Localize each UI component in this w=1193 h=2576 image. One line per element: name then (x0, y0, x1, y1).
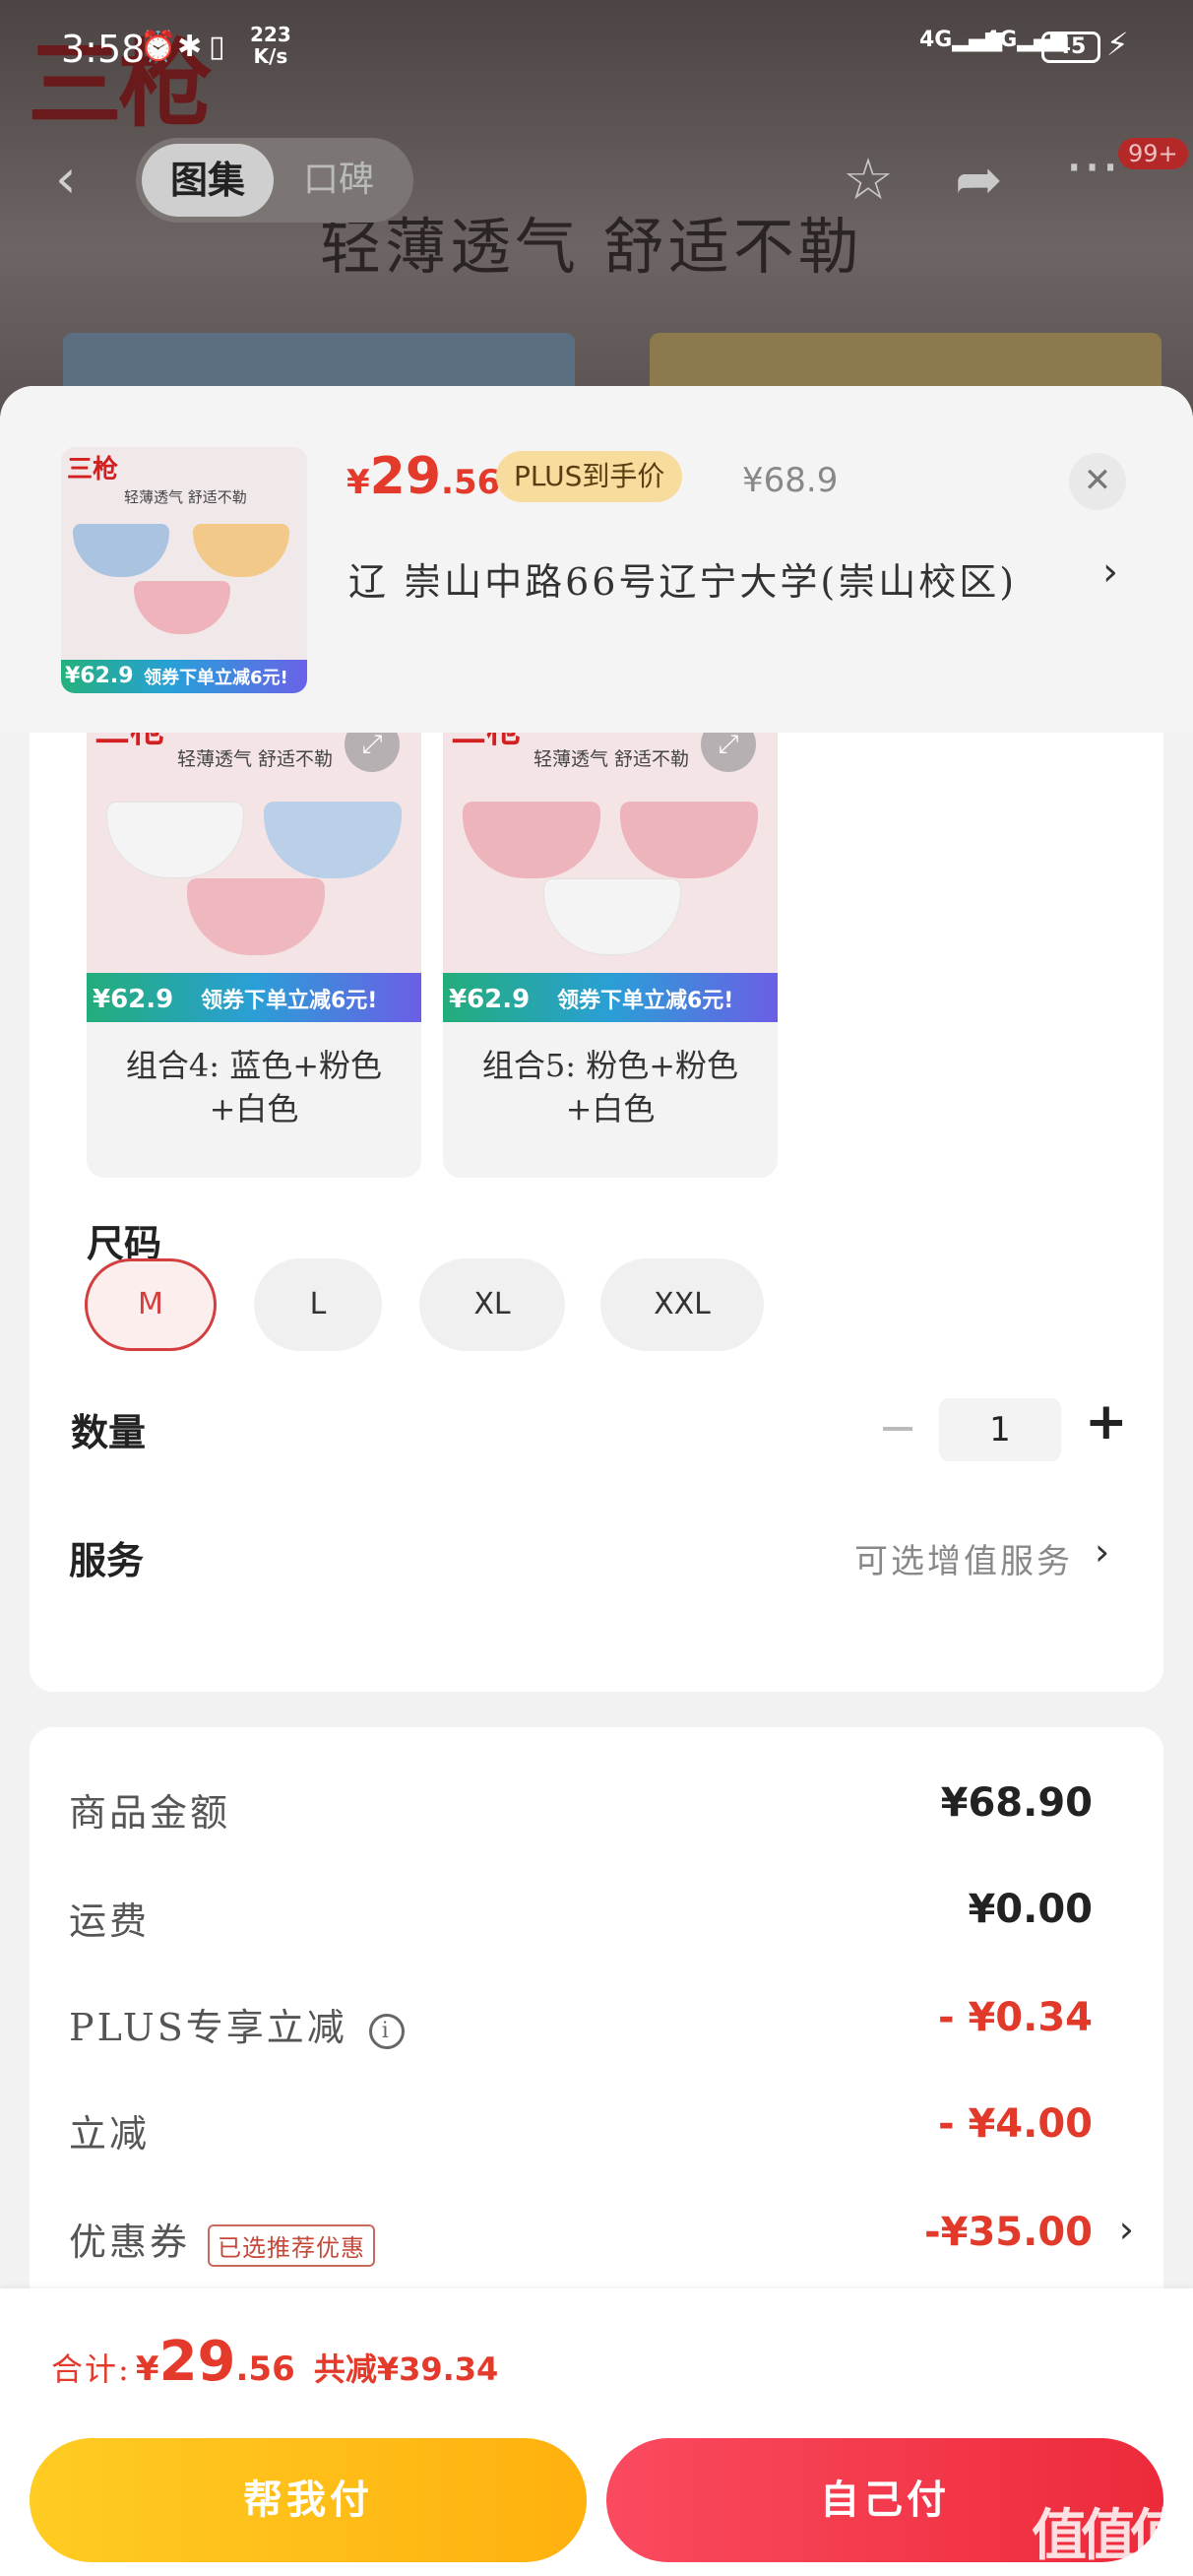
sheet-header: 三枪 轻薄透气 舒适不勒 领券下单立减6元! ¥62.9 ¥29.56 PLUS… (0, 386, 1193, 733)
chevron-right-icon[interactable]: › (1095, 1530, 1109, 1574)
original-price: ¥68.9 (742, 461, 839, 500)
bluetooth-icon: ✱ (177, 30, 203, 64)
more-icon[interactable]: ··· (1065, 134, 1119, 201)
quantity-title: 数量 (71, 1410, 147, 1454)
product-pink (463, 802, 600, 878)
favorite-star-icon[interactable]: ☆ (843, 146, 894, 213)
thumb-logo: 三枪 (67, 455, 119, 484)
shipping-value: ¥0.00 (968, 1887, 1093, 1932)
thumb-price: ¥62.9 (65, 664, 134, 688)
combo-image: 三枪 轻薄透气 舒适不勒 ⤢ 领券下单立减6元! ¥62.9 (443, 711, 778, 1022)
plus-price-tag: PLUS到手价 (496, 451, 683, 502)
size-option-l[interactable]: L (254, 1258, 382, 1351)
purchase-sheet: 三枪 轻薄透气 舒适不勒 领券下单立减6元! ¥62.9 ¥29.56 PLUS… (0, 386, 1193, 2576)
shipping-label: 运费 (69, 1900, 151, 1943)
subtotal-label: 商品金额 (69, 1791, 231, 1835)
product-white (543, 878, 681, 955)
coupon-applied-tag: 已选推荐优惠 (208, 2224, 376, 2267)
combo-label: 组合4: 蓝色+粉色+白色 (125, 1047, 383, 1127)
chevron-right-icon[interactable]: › (1102, 549, 1118, 595)
checkout-bar: 合计: ¥29.56 共减¥39.34 帮我付 自己付 (0, 2288, 1193, 2576)
product-blue (264, 802, 402, 878)
current-price: ¥29.56 (346, 447, 501, 506)
help-me-pay-button[interactable]: 帮我付 (30, 2438, 587, 2562)
combo-image: 三枪 轻薄透气 舒适不勒 ⤢ 领券下单立减6元! ¥62.9 (87, 711, 421, 1022)
combo-tagline: 轻薄透气 舒适不勒 (177, 748, 334, 770)
product-pink-2 (620, 802, 758, 878)
battery-icon: 45 (1041, 32, 1100, 63)
instant-discount-label: 立减 (69, 2112, 151, 2156)
product-pink (187, 878, 325, 955)
alarm-icon: ⏰ (140, 30, 177, 64)
combo-price: ¥62.9 (93, 985, 174, 1014)
quantity-stepper[interactable]: 1 (939, 1398, 1061, 1461)
combo-label: 组合5: 粉色+粉色+白色 (481, 1047, 739, 1127)
top-nav: ‹ 图集 口碑 ☆ ➦ ··· 99+ (0, 134, 1193, 223)
combo-option-4[interactable]: 三枪 轻薄透气 舒适不勒 ⤢ 领券下单立减6元! ¥62.9 组合4: 蓝色+粉… (87, 711, 421, 1178)
status-bar: 3:58 ⏰ ✱ ▯ 223 K/s 4G▂▄▆ 4G▂▄▆ 45 ⚡ (0, 0, 1193, 98)
close-icon[interactable]: ✕ (1069, 453, 1126, 510)
size-option-xxl[interactable]: XXL (600, 1258, 764, 1351)
charging-icon: ⚡ (1106, 26, 1129, 63)
vibrate-icon: ▯ (209, 30, 225, 64)
size-option-xl[interactable]: XL (419, 1258, 565, 1351)
watermark-logo: 值值值 zhizhizhi.com (1032, 2504, 1185, 2576)
subtotal-value: ¥68.90 (940, 1780, 1093, 1826)
back-icon[interactable]: ‹ (55, 148, 77, 210)
info-icon[interactable]: i (368, 2013, 405, 2049)
combo-option-5[interactable]: 三枪 轻薄透气 舒适不勒 ⤢ 领券下单立减6元! ¥62.9 组合5: 粉色+粉… (443, 711, 778, 1178)
minus-icon[interactable]: − (878, 1400, 917, 1455)
coupon-value[interactable]: -¥35.00 (924, 2210, 1093, 2255)
status-time: 3:58 (61, 28, 146, 71)
total-saved: 共减¥39.34 (313, 2351, 499, 2388)
instant-discount-value: - ¥4.00 (937, 2101, 1093, 2147)
size-option-m[interactable]: M (85, 1258, 217, 1351)
tab-reviews[interactable]: 口碑 (303, 144, 374, 217)
product-thumbnail[interactable]: 三枪 轻薄透气 舒适不勒 领券下单立减6元! ¥62.9 (61, 447, 307, 693)
thumb-tagline: 轻薄透气 舒适不勒 (124, 488, 247, 506)
plus-discount-value: - ¥0.34 (937, 1995, 1093, 2040)
coupon-label[interactable]: 优惠券 已选推荐优惠 (69, 2212, 376, 2267)
message-badge: 99+ (1118, 138, 1188, 169)
options-card: 三枪 轻薄透气 舒适不勒 ⤢ 领券下单立减6元! ¥62.9 组合4: 蓝色+粉… (30, 711, 1163, 1692)
combo-tagline: 轻薄透气 舒适不勒 (534, 748, 690, 770)
thumb-product-blue (73, 524, 169, 577)
chevron-right-icon[interactable]: › (1119, 2208, 1134, 2251)
product-white (106, 802, 244, 878)
thumb-product-yellow (193, 524, 289, 577)
service-option-text[interactable]: 可选增值服务 (854, 1534, 1073, 1582)
total-price: 合计: ¥29.56 共减¥39.34 (51, 2330, 499, 2394)
gallery-review-switch: 图集 口碑 (136, 138, 413, 223)
thumb-product-pink (134, 581, 230, 634)
service-title: 服务 (69, 1538, 145, 1582)
delivery-address[interactable]: 辽 崇山中路66号辽宁大学(崇山校区) (348, 551, 1017, 606)
plus-icon[interactable]: + (1085, 1392, 1128, 1451)
price-breakdown-card: 商品金额 ¥68.90 运费 ¥0.00 PLUS专享立减 i - ¥0.34 立… (30, 1727, 1163, 2338)
network-speed: 223 K/s (250, 23, 291, 68)
share-icon[interactable]: ➦ (955, 146, 1003, 213)
tab-gallery[interactable]: 图集 (142, 144, 274, 217)
plus-discount-label: PLUS专享立减 i (69, 1997, 405, 2051)
combo-price: ¥62.9 (449, 985, 531, 1014)
